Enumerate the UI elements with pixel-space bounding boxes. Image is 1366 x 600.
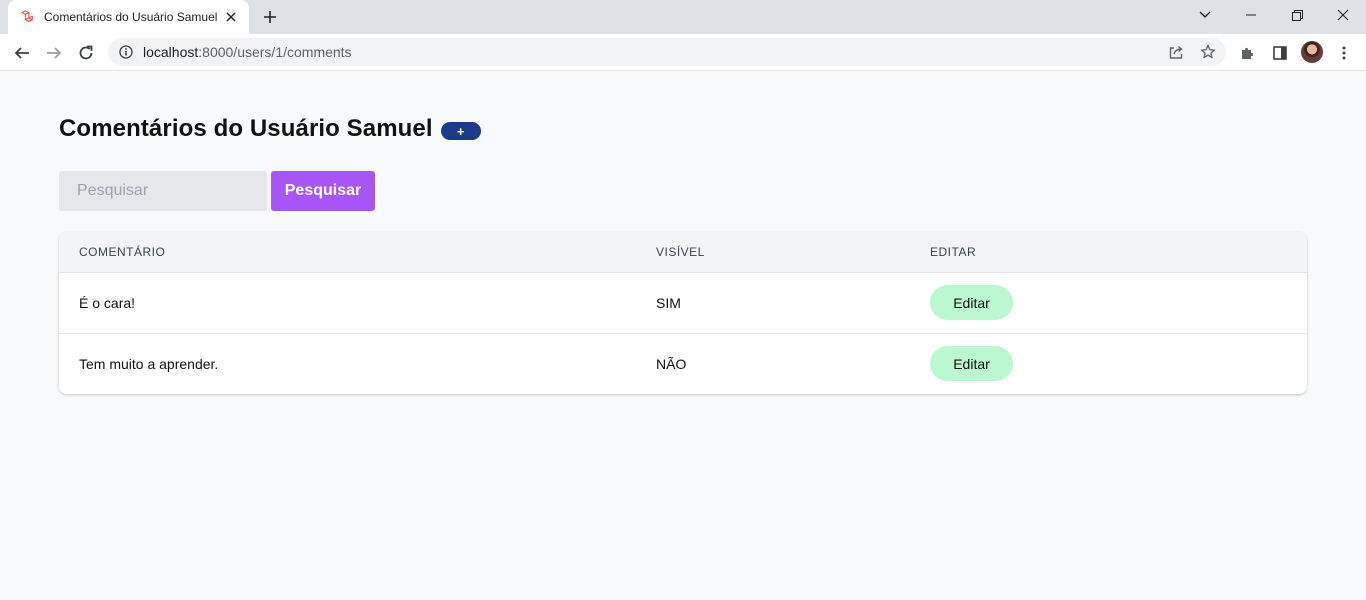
minimize-icon[interactable] [1228, 0, 1274, 30]
new-tab-icon[interactable] [258, 5, 282, 29]
site-info-icon[interactable] [118, 44, 134, 60]
table-header-row: COMENTÁRIO VISÍVEL EDITAR [59, 232, 1307, 272]
extensions-puzzle-icon[interactable] [1234, 39, 1262, 67]
search-input[interactable] [59, 171, 267, 211]
page-content: Comentários do Usuário Samuel + Pesquisa… [0, 71, 1366, 600]
column-header-edit: EDITAR [930, 244, 977, 259]
share-icon[interactable] [1162, 38, 1190, 66]
comment-cell: Tem muito a aprender. [79, 355, 219, 372]
address-bar[interactable]: localhost:8000/users/1/comments [108, 38, 1226, 66]
search-form: Pesquisar [59, 171, 375, 211]
comment-cell: É o cara! [79, 294, 136, 311]
edit-button[interactable]: Editar [930, 285, 1013, 320]
forward-arrow-icon[interactable] [40, 39, 68, 67]
edit-cell: Editar [910, 272, 1307, 333]
url-path: :8000/users/1/comments [198, 44, 352, 60]
add-comment-button[interactable]: + [440, 122, 481, 140]
column-header-comment: COMENTÁRIO [79, 244, 166, 259]
visible-cell: SIM [656, 294, 681, 311]
close-window-icon[interactable] [1320, 0, 1366, 30]
comments-table: COMENTÁRIO VISÍVEL EDITAR É o cara! SIM … [59, 232, 1307, 394]
laravel-favicon-icon [20, 9, 36, 25]
profile-avatar[interactable] [1301, 41, 1323, 63]
browser-toolbar: localhost:8000/users/1/comments [0, 34, 1366, 71]
browser-tab[interactable]: Comentários do Usuário Samuel [8, 0, 249, 34]
url-text: localhost:8000/users/1/comments [143, 44, 352, 60]
page-heading: Comentários do Usuário Samuel + [59, 115, 481, 143]
search-button[interactable]: Pesquisar [271, 171, 375, 211]
edit-cell: Editar [910, 333, 1307, 394]
back-arrow-icon[interactable] [8, 39, 36, 67]
browser-tabstrip: Comentários do Usuário Samuel [0, 0, 1366, 34]
table-row: Tem muito a aprender. NÃO Editar [59, 333, 1307, 394]
restore-icon[interactable] [1274, 0, 1320, 30]
reload-icon[interactable] [72, 39, 100, 67]
side-panel-icon[interactable] [1266, 39, 1294, 67]
edit-button[interactable]: Editar [930, 346, 1013, 382]
comments-table-card: COMENTÁRIO VISÍVEL EDITAR É o cara! SIM … [59, 232, 1307, 394]
tab-title: Comentários do Usuário Samuel [44, 10, 218, 24]
visible-cell: NÃO [656, 355, 687, 372]
table-row: É o cara! SIM Editar [59, 272, 1307, 333]
more-menu-icon[interactable] [1330, 39, 1358, 67]
url-host: localhost [143, 44, 199, 60]
tab-close-icon[interactable] [223, 9, 239, 25]
tab-search-chevron-icon[interactable] [1182, 0, 1228, 30]
column-header-visible: VISÍVEL [656, 244, 705, 259]
page-title: Comentários do Usuário Samuel [59, 115, 433, 142]
bookmark-star-icon[interactable] [1194, 38, 1222, 66]
